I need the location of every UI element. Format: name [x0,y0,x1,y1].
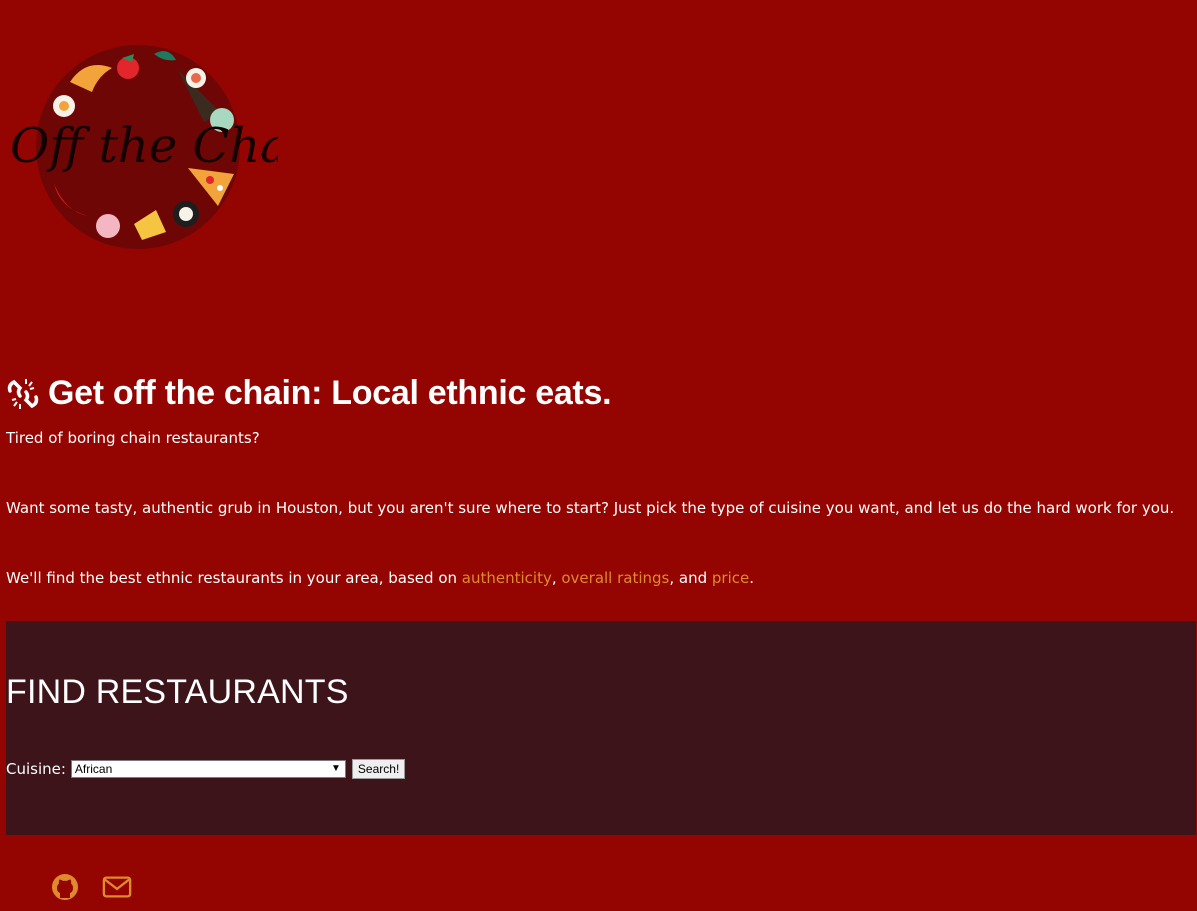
find-restaurants-panel: FIND RESTAURANTS Cuisine: African ▼ Sear… [6,621,1196,835]
email-link[interactable] [102,872,132,902]
overall-ratings-link[interactable]: overall ratings [561,569,669,587]
page-title-text: Get off the chain: Local ethnic eats. [48,374,612,413]
intro-paragraph-2: Want some tasty, authentic grub in Houst… [6,499,1175,517]
find-restaurants-title: FIND RESTAURANTS [6,673,349,711]
price-link[interactable]: price [712,569,749,587]
intro-paragraph-3: We'll find the best ethnic restaurants i… [6,568,754,588]
github-link[interactable] [50,872,80,902]
intro-separator-1: , [551,569,562,587]
cuisine-select[interactable]: African ▼ [70,760,346,778]
mail-icon [102,876,132,898]
page-title: Get off the chain: Local ethnic eats. [6,369,612,419]
search-form: Cuisine: African ▼ Search! [6,759,406,779]
intro-paragraph-3-prefix: We'll find the best ethnic restaurants i… [6,569,462,587]
github-icon [52,874,78,900]
cuisine-select-value: African [74,762,113,776]
footer-links [50,872,132,902]
cuisine-label: Cuisine: [6,760,66,778]
broken-chain-icon [6,377,40,411]
search-button[interactable]: Search! [351,759,406,779]
intro-separator-2: , and [669,569,712,587]
site-logo[interactable]: Off the Chain [8,40,278,255]
intro-paragraph-3-suffix: . [749,569,755,587]
intro-paragraph-1: Tired of boring chain restaurants? [6,429,260,447]
dropdown-arrow-icon: ▼ [331,763,341,774]
logo-text: Off the Chain [10,118,278,174]
logo-graphic: Off the Chain [10,45,278,249]
page: Off the Chain Get off the chain: Local e… [0,0,1197,911]
authenticity-link[interactable]: authenticity [462,569,552,587]
